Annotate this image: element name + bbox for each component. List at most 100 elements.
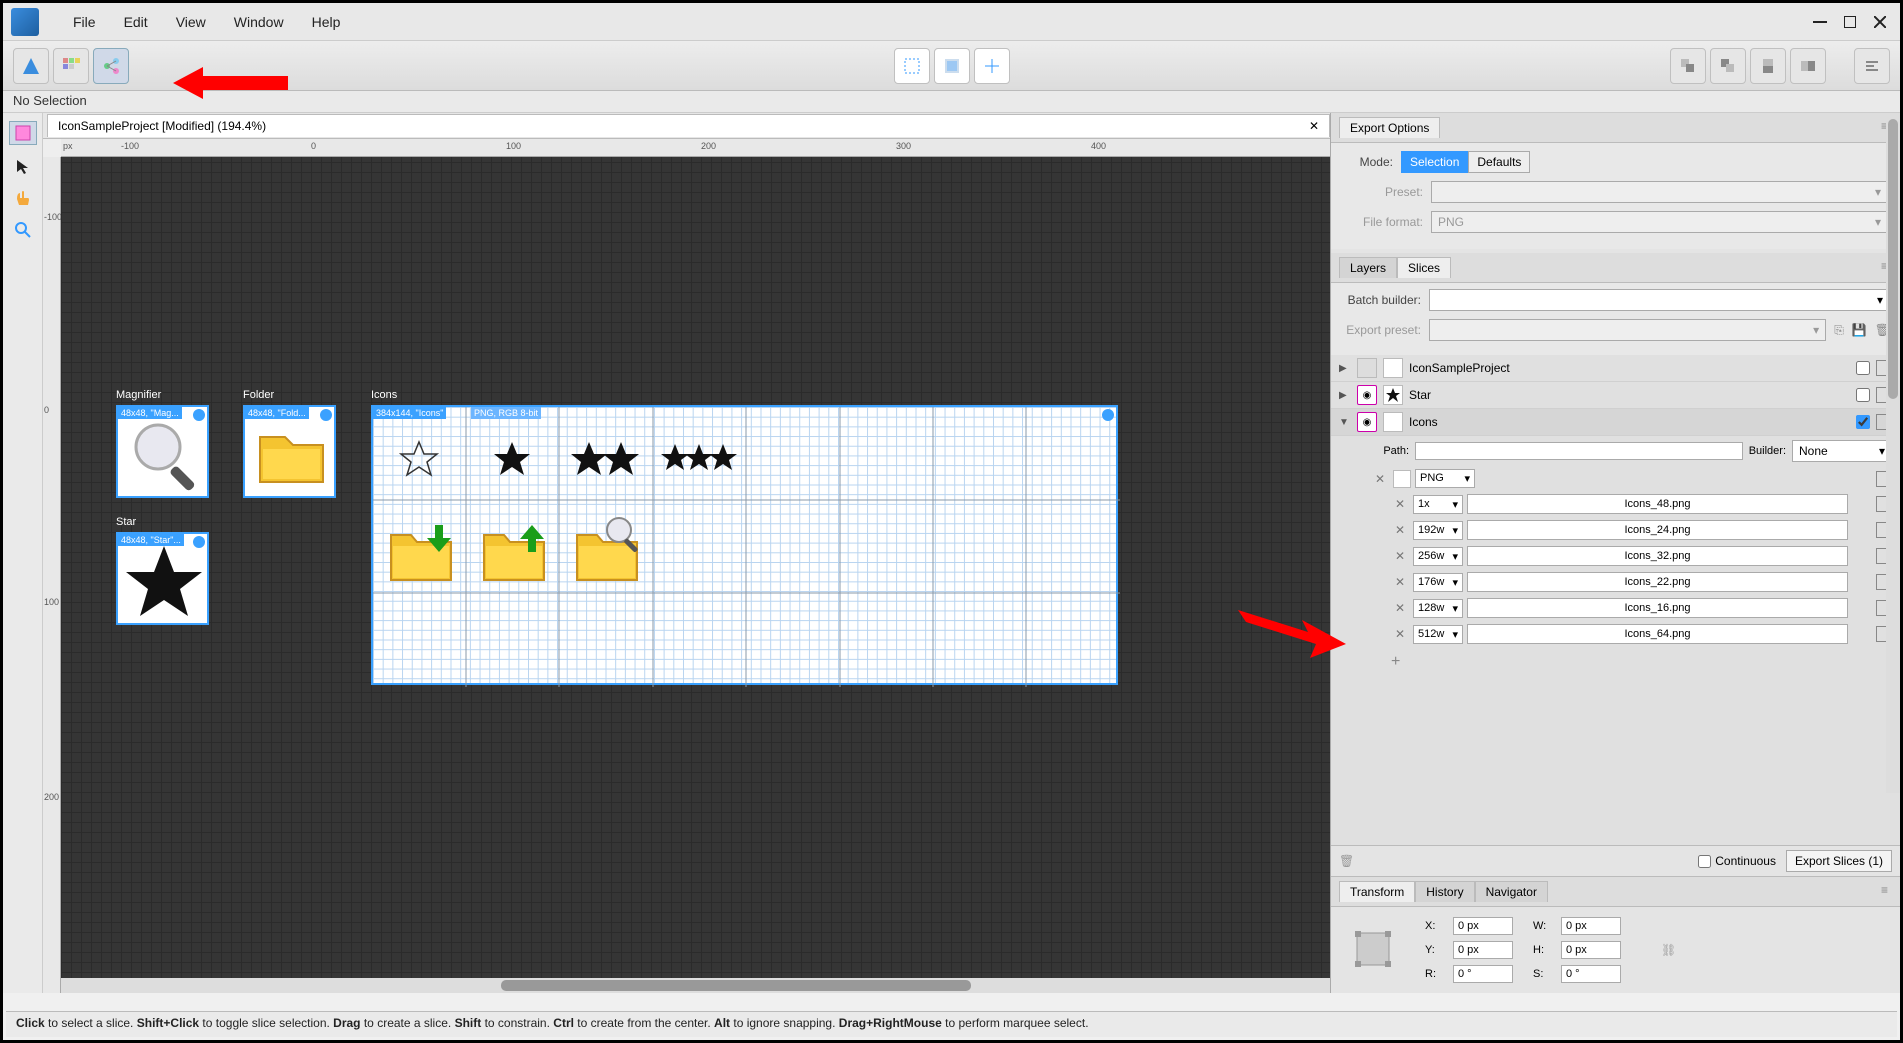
filename-input[interactable]: Icons_48.png	[1467, 494, 1848, 514]
h-input[interactable]	[1561, 941, 1621, 959]
maximize-button[interactable]	[1838, 12, 1862, 32]
remove-size-button[interactable]: ✕	[1391, 627, 1409, 641]
tab-slices[interactable]: Slices	[1397, 257, 1451, 278]
tab-navigator[interactable]: Navigator	[1475, 881, 1548, 902]
slice-magnifier[interactable]: 48x48, "Mag...	[116, 405, 209, 498]
y-input[interactable]	[1453, 941, 1513, 959]
menu-help[interactable]: Help	[298, 8, 355, 36]
chevron-right-icon[interactable]: ▶	[1339, 363, 1351, 374]
snap-options-button[interactable]	[974, 48, 1010, 84]
scale-dropdown[interactable]: 192w▾	[1413, 521, 1463, 540]
canvas-hscroll[interactable]	[61, 978, 1330, 993]
slice-export-checkbox[interactable]	[1856, 415, 1870, 429]
mode-selection-button[interactable]: Selection	[1401, 151, 1468, 173]
canvas[interactable]: Magnifier 48x48, "Mag... Folder 48x48, "…	[61, 157, 1330, 993]
layers-slices-header: Layers Slices ≡	[1331, 253, 1900, 283]
tab-export-options[interactable]: Export Options	[1339, 117, 1440, 138]
scale-dropdown[interactable]: 512w▾	[1413, 625, 1463, 644]
slice-item-star[interactable]: ▶ ◉ Star	[1331, 382, 1900, 409]
s-input[interactable]	[1561, 965, 1621, 983]
preset-dropdown[interactable]: ▾	[1431, 181, 1888, 203]
slice-item-icons[interactable]: ▼ ◉ Icons	[1331, 409, 1900, 436]
w-input[interactable]	[1561, 917, 1621, 935]
move-tool[interactable]	[12, 155, 34, 177]
slice-icons[interactable]: 384x144, "Icons" PNG, RGB 8-bit	[371, 405, 1118, 685]
slice-star[interactable]: 48x48, "Star"...	[116, 532, 209, 625]
y-label: Y:	[1425, 944, 1443, 956]
filename-input[interactable]: Icons_32.png	[1467, 546, 1848, 566]
export-preset-dropdown[interactable]: ▾	[1429, 319, 1826, 341]
remove-size-button[interactable]: ✕	[1391, 575, 1409, 589]
menu-view[interactable]: View	[162, 8, 220, 36]
chevron-right-icon[interactable]: ▶	[1339, 390, 1351, 401]
batch-builder-dropdown[interactable]: ▾	[1429, 289, 1890, 311]
snap-pixel-button[interactable]	[894, 48, 930, 84]
menu-edit[interactable]: Edit	[110, 8, 162, 36]
scale-dropdown[interactable]: 176w▾	[1413, 573, 1463, 592]
path-input[interactable]	[1415, 442, 1743, 460]
document-tab[interactable]: IconSampleProject [Modified] (194.4%) ✕	[47, 114, 1330, 137]
transform-header: Transform History Navigator ≡	[1331, 877, 1900, 907]
save-icon[interactable]: 💾	[1852, 323, 1867, 337]
menu-file[interactable]: File	[59, 8, 110, 36]
format-dropdown[interactable]: PNG▾	[1415, 469, 1475, 488]
tab-transform[interactable]: Transform	[1339, 881, 1415, 902]
close-button[interactable]	[1868, 12, 1892, 32]
builder-dropdown[interactable]: None▾	[1792, 440, 1892, 462]
tab-close-icon[interactable]: ✕	[1309, 119, 1319, 133]
align-button[interactable]	[1854, 48, 1890, 84]
continuous-checkbox[interactable]	[1698, 855, 1711, 868]
zoom-tool[interactable]	[12, 219, 34, 241]
anchor-widget[interactable]	[1351, 927, 1395, 974]
r-input[interactable]	[1453, 965, 1513, 983]
format-thumb	[1393, 470, 1411, 488]
mode-defaults-button[interactable]: Defaults	[1468, 151, 1530, 173]
persona-export-button[interactable]	[93, 48, 129, 84]
panel-menu-icon[interactable]: ≡	[1877, 881, 1892, 902]
filename-input[interactable]: Icons_16.png	[1467, 598, 1848, 618]
tab-layers[interactable]: Layers	[1339, 257, 1397, 278]
filename-input[interactable]: Icons_24.png	[1467, 520, 1848, 540]
x-input[interactable]	[1453, 917, 1513, 935]
format-dropdown[interactable]: PNG▾	[1431, 211, 1888, 233]
remove-size-button[interactable]: ✕	[1391, 523, 1409, 537]
scale-dropdown[interactable]: 128w▾	[1413, 599, 1463, 618]
copy-icon[interactable]: ⎘	[1834, 323, 1844, 338]
chevron-down-icon[interactable]: ▼	[1339, 417, 1351, 428]
hand-tool[interactable]	[12, 187, 34, 209]
slice-export-checkbox[interactable]	[1856, 361, 1870, 375]
remove-size-button[interactable]: ✕	[1391, 497, 1409, 511]
arrange-3-button[interactable]	[1750, 48, 1786, 84]
scale-dropdown[interactable]: 1x▾	[1413, 495, 1463, 514]
filename-input[interactable]: Icons_22.png	[1467, 572, 1848, 592]
minimize-button[interactable]	[1808, 12, 1832, 32]
arrange-1-button[interactable]	[1670, 48, 1706, 84]
remove-size-button[interactable]: ✕	[1391, 549, 1409, 563]
document-tab-title: IconSampleProject [Modified] (194.4%)	[58, 119, 266, 133]
link-wh-icon[interactable]: ⛓	[1661, 943, 1676, 957]
export-slices-button[interactable]: Export Slices (1)	[1786, 850, 1892, 872]
scale-dropdown[interactable]: 256w▾	[1413, 547, 1463, 566]
slice-thumb2	[1383, 358, 1403, 378]
menu-window[interactable]: Window	[220, 8, 298, 36]
persona-designer-button[interactable]	[13, 48, 49, 84]
remove-format-button[interactable]: ✕	[1371, 472, 1389, 486]
slice-name: IconSampleProject	[1409, 361, 1850, 375]
filename-input[interactable]: Icons_64.png	[1467, 624, 1848, 644]
slice-export-checkbox[interactable]	[1856, 388, 1870, 402]
slice-label-folder: Folder	[243, 389, 274, 401]
slice-folder[interactable]: 48x48, "Fold...	[243, 405, 336, 498]
tab-history[interactable]: History	[1415, 881, 1474, 902]
menu-bar: File Edit View Window Help	[3, 3, 1900, 41]
slice-tool[interactable]	[9, 121, 37, 145]
slice-item-project[interactable]: ▶ IconSampleProject	[1331, 355, 1900, 382]
mode-label: Mode:	[1343, 155, 1393, 169]
trash-icon[interactable]: 🗑	[1339, 854, 1354, 868]
arrange-4-button[interactable]	[1790, 48, 1826, 84]
arrange-2-button[interactable]	[1710, 48, 1746, 84]
remove-size-button[interactable]: ✕	[1391, 601, 1409, 615]
panels-scrollbar[interactable]	[1886, 113, 1900, 793]
snap-grid-button[interactable]	[934, 48, 970, 84]
add-size-button[interactable]: +	[1331, 647, 1900, 677]
persona-pixel-button[interactable]	[53, 48, 89, 84]
